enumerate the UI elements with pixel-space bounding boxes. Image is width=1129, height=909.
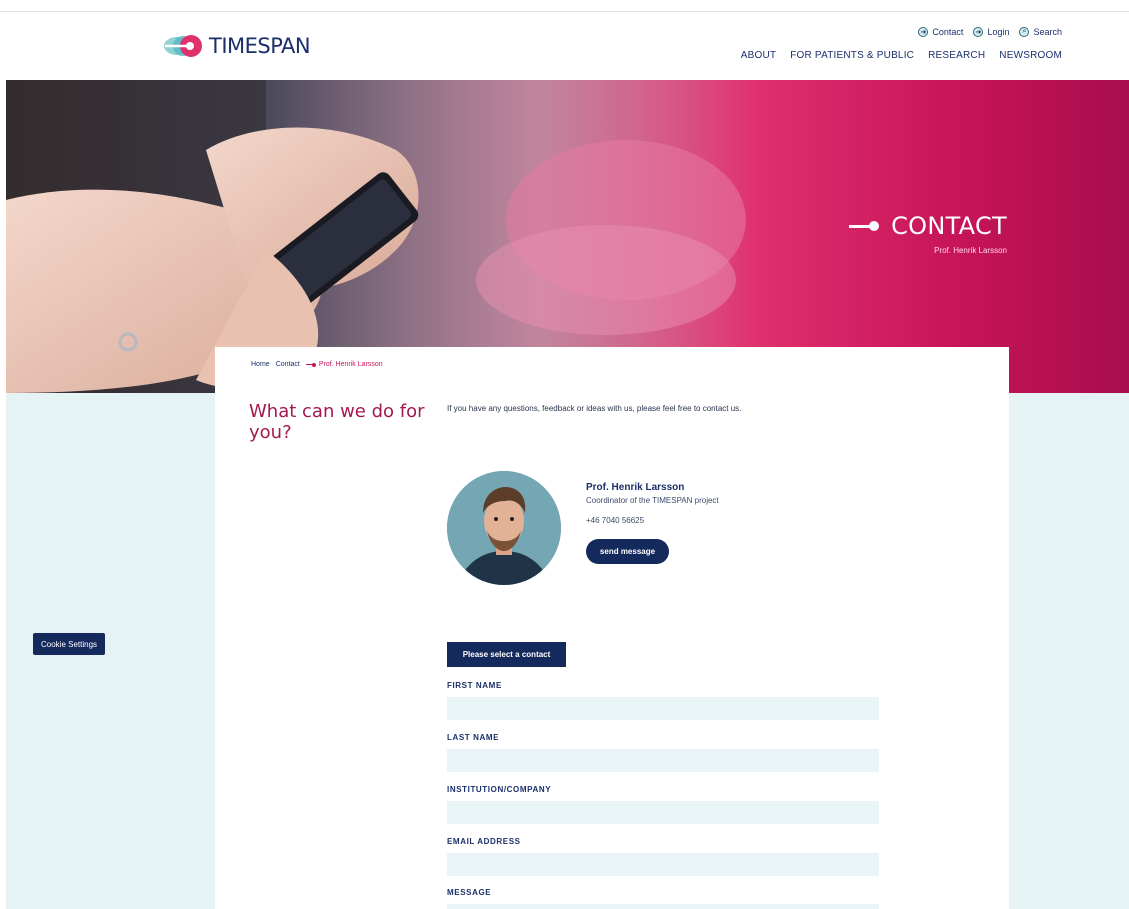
breadcrumb-home[interactable]: Home — [251, 361, 270, 368]
utility-nav: ➜ Contact ➜ Login ⌕ Search — [918, 27, 1062, 37]
utility-search-link[interactable]: ⌕ Search — [1019, 27, 1062, 37]
utility-search-label: Search — [1033, 27, 1062, 37]
utility-contact-link[interactable]: ➜ Contact — [918, 27, 963, 37]
arrow-circle-icon: ➜ — [918, 27, 929, 37]
utility-login-link[interactable]: ➜ Login — [973, 27, 1009, 37]
last-name-label: LAST NAME — [447, 733, 500, 742]
nav-item-research[interactable]: RESEARCH — [928, 50, 985, 61]
contact-portrait — [447, 471, 561, 585]
breadcrumb: Home Contact Prof. Henrik Larsson — [251, 361, 383, 368]
avatar — [447, 471, 561, 585]
select-contact-button[interactable]: Please select a contact — [447, 642, 566, 667]
utility-contact-label: Contact — [932, 27, 964, 37]
arrow-right-icon — [849, 221, 880, 231]
hero-subtitle: Prof. Henrik Larsson — [934, 246, 1007, 255]
send-message-button[interactable]: send message — [586, 539, 669, 564]
utility-login-label: Login — [987, 27, 1010, 37]
first-name-label: FIRST NAME — [447, 681, 502, 690]
hero-title-text: CONTACT — [891, 212, 1007, 240]
site-header: TIMESPAN ➜ Contact ➜ Login ⌕ Search ABOU… — [0, 12, 1129, 79]
message-field[interactable] — [447, 904, 879, 909]
section-title: What can we do for you? — [249, 401, 425, 443]
breadcrumb-contact[interactable]: Contact — [276, 361, 300, 368]
search-icon: ⌕ — [1019, 27, 1030, 37]
email-label: EMAIL ADDRESS — [447, 837, 521, 846]
email-field[interactable] — [447, 853, 879, 876]
intro-text: If you have any questions, feedback or i… — [447, 404, 742, 413]
nav-item-newsroom[interactable]: NEWSROOM — [999, 50, 1062, 61]
login-arrow-icon: ➜ — [973, 27, 984, 37]
institution-field[interactable] — [447, 801, 879, 824]
nav-item-about[interactable]: ABOUT — [741, 50, 776, 61]
nav-item-patients-public[interactable]: FOR PATIENTS & PUBLIC — [790, 50, 914, 61]
last-name-field[interactable] — [447, 749, 879, 772]
institution-label: INSTITUTION/COMPANY — [447, 785, 552, 794]
cookie-settings-button[interactable]: Cookie Settings — [33, 633, 105, 655]
site-logo[interactable]: TIMESPAN — [163, 32, 311, 60]
logo-text: TIMESPAN — [209, 34, 311, 58]
contact-role: Coordinator of the TIMESPAN project — [586, 496, 719, 505]
timespan-logo-icon — [164, 35, 202, 57]
first-name-field[interactable] — [447, 697, 879, 720]
message-label: MESSAGE — [447, 888, 492, 897]
breadcrumb-current-label: Prof. Henrik Larsson — [318, 361, 383, 368]
arrow-right-icon — [305, 362, 316, 367]
main-nav: ABOUT FOR PATIENTS & PUBLIC RESEARCH NEW… — [741, 50, 1062, 61]
breadcrumb-current: Prof. Henrik Larsson — [305, 361, 383, 368]
contact-phone[interactable]: +46 7040 56625 — [586, 516, 644, 525]
contact-name: Prof. Henrik Larsson — [586, 482, 685, 493]
hero-title: CONTACT — [849, 212, 1007, 240]
